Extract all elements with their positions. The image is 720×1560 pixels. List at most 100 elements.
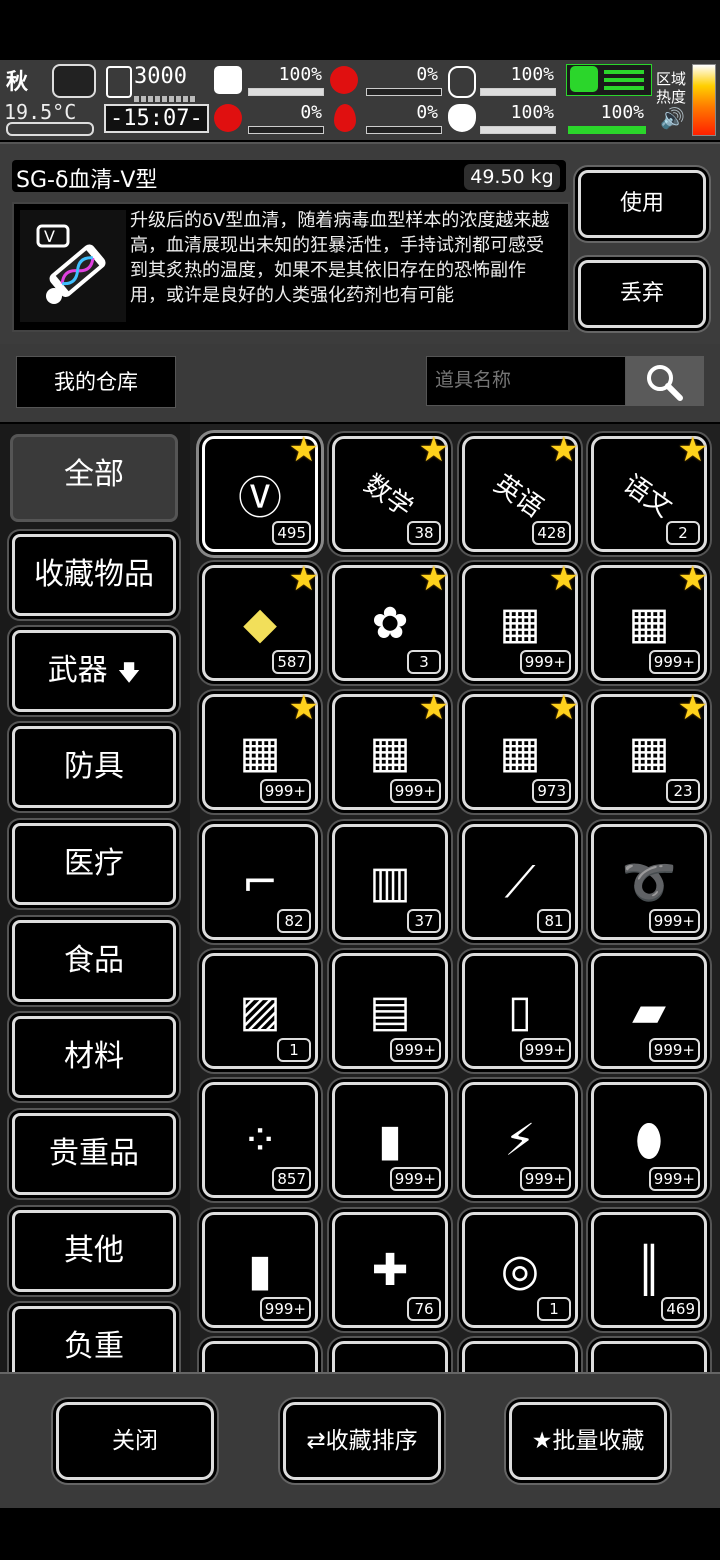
item-count: 999+	[259, 779, 311, 803]
item-count: 1	[537, 1297, 571, 1321]
inventory-slot[interactable]: ▮ 999+	[332, 1082, 448, 1198]
inventory-slot[interactable]: ▦ 999+ ★	[332, 691, 449, 810]
inventory-slot[interactable]: ▦ 999+ ★	[462, 562, 579, 681]
temperature-value: 19.5°C	[4, 100, 77, 124]
inventory-slot[interactable]: ▨ 1	[202, 953, 318, 1069]
water-cup-icon	[448, 66, 476, 98]
hunger-value: 0%	[416, 64, 438, 85]
inventory-slot[interactable]: ◆ 587 ★	[202, 562, 319, 681]
item-search-input[interactable]	[426, 356, 626, 406]
serum-vial-icon: V	[20, 210, 126, 322]
category-all[interactable]: 全部	[10, 434, 178, 522]
category-materials[interactable]: 材料	[12, 1016, 176, 1098]
sort-favorites-button[interactable]: ⇄收藏排序	[283, 1402, 441, 1480]
zone-heat-label: 区域 热度	[656, 70, 687, 106]
category-armor[interactable]: 防具	[12, 726, 176, 808]
inventory-slot[interactable]: ⬮ 999+	[591, 1082, 707, 1198]
inventory-slot[interactable]: ▰ 999+	[591, 953, 707, 1069]
parasite-bar	[248, 126, 324, 134]
inventory-slot[interactable]: ✚ 76	[332, 1212, 448, 1328]
discard-button[interactable]: 丢弃	[578, 260, 706, 328]
parasite-icon	[214, 104, 242, 132]
inventory-slot[interactable]	[462, 1341, 578, 1372]
inventory-slot[interactable]: 英语 428 ★	[462, 433, 579, 552]
stomach-icon	[330, 66, 358, 94]
thirst-value: 100%	[510, 64, 554, 85]
item-count: 999+	[519, 1167, 571, 1191]
inventory-slot[interactable]: ║ 469	[591, 1212, 707, 1328]
search-button[interactable]	[626, 356, 704, 406]
heart-icon	[448, 104, 476, 132]
close-button[interactable]: 关闭	[56, 1402, 214, 1480]
favorite-star-icon: ★	[548, 688, 579, 728]
star-icon: ★	[531, 1428, 553, 1454]
my-warehouse-tab[interactable]: 我的仓库	[16, 356, 176, 408]
inventory-slot[interactable]: ⟋ 81	[462, 824, 578, 940]
category-valuables[interactable]: 贵重品	[12, 1113, 176, 1195]
thirst-bar	[480, 88, 556, 96]
category-other[interactable]: 其他	[12, 1210, 176, 1292]
inventory-slot[interactable]: ▤ 999+	[332, 953, 448, 1069]
category-medical[interactable]: 医疗	[12, 823, 176, 905]
item-count: 973	[532, 779, 571, 803]
inventory-slot[interactable]: ▮ 999+	[202, 1212, 318, 1328]
item-count: 81	[537, 909, 571, 933]
inventory-slot[interactable]	[591, 1341, 707, 1372]
item-count: 999+	[389, 1167, 441, 1191]
favorite-star-icon: ★	[418, 430, 449, 470]
inventory-slot[interactable]: ▦ 23 ★	[591, 688, 708, 810]
medical-bar	[248, 88, 324, 96]
svg-text:V: V	[44, 227, 55, 246]
category-favorites[interactable]: 收藏物品	[12, 534, 176, 616]
inventory-slot[interactable]: 数学 38 ★	[332, 430, 449, 552]
season-label: 秋	[6, 70, 29, 95]
item-count: 999+	[519, 650, 571, 674]
bleeding-bar	[366, 126, 442, 134]
inventory-slot[interactable]: ▥ 37	[332, 824, 448, 940]
use-button[interactable]: 使用	[578, 170, 706, 238]
item-count: 999+	[648, 650, 700, 674]
category-food[interactable]: 食品	[12, 920, 176, 1002]
item-weight: 49.50 kg	[464, 164, 560, 190]
inventory-slot[interactable]	[332, 1341, 448, 1372]
item-count: 999+	[389, 1038, 441, 1062]
inventory-slot[interactable]: ▦ 973 ★	[462, 688, 579, 810]
inventory-slot[interactable]: ⌐ 82	[202, 824, 318, 940]
inventory-slot[interactable]: ▦ 999+ ★	[591, 562, 708, 681]
item-grid: Ⓥ 495 ★ 数学 38 ★ 英语 428 ★ 语文 2 ★ ◆ 587 ★ ✿ 3 ★ ▦ 999+ ★ ▦ 999+ ★…	[190, 424, 720, 1372]
inventory-slot[interactable]: ◎ 1	[462, 1212, 578, 1328]
category-weapons[interactable]: 武器 🡇	[12, 630, 176, 712]
favorite-star-icon: ★	[677, 688, 708, 728]
item-count: 23	[666, 779, 700, 803]
inventory-slot[interactable]: ⁘ 857	[202, 1082, 318, 1198]
inventory-slot[interactable]: ⚡ 999+	[462, 1082, 578, 1198]
category-load[interactable]: 负重	[12, 1306, 176, 1372]
item-count: 999+	[519, 1038, 571, 1062]
item-name: SG-δ血清-V型	[16, 168, 158, 193]
item-count: 37	[407, 909, 441, 933]
sound-icon[interactable]: 🔊	[660, 106, 685, 130]
batch-favorite-button[interactable]: ★批量收藏	[509, 1402, 667, 1480]
item-count: 999+	[648, 1038, 700, 1062]
stamina-bar	[568, 126, 646, 134]
inventory-slot[interactable]: ✿ 3 ★	[332, 562, 449, 681]
item-count: 76	[407, 1297, 441, 1321]
inventory-slot[interactable]: ▦ 999+ ★	[202, 691, 319, 810]
medkit-icon	[214, 66, 242, 94]
inventory-slot[interactable]: ➰ 999+	[591, 824, 707, 940]
swap-arrows-icon: ⇄	[306, 1428, 326, 1454]
arrow-down-icon: 🡇	[117, 661, 141, 686]
item-description: 升级后的δV型血清，随着病毒血型样本的浓度越来越高，血清展现出未知的狂暴活性，手…	[130, 210, 550, 306]
inventory-slot[interactable]: Ⓥ 495 ★	[202, 433, 319, 552]
item-count: 999+	[648, 909, 700, 933]
item-count: 999+	[389, 779, 441, 803]
inventory-slot[interactable]	[202, 1341, 318, 1372]
category-sidebar: 全部 收藏物品 武器 🡇 防具 医疗 食品 材料 贵重品 其他 负重	[0, 424, 190, 1372]
inventory-slot[interactable]: 语文 2 ★	[591, 433, 708, 552]
weather-cloud-icon	[52, 64, 96, 98]
item-count: 38	[407, 521, 441, 545]
inventory-slot[interactable]: ▯ 999+	[462, 953, 578, 1069]
item-count: 587	[272, 650, 311, 674]
day-counter: 3000	[134, 64, 187, 89]
zone-heat-meter	[692, 64, 716, 136]
